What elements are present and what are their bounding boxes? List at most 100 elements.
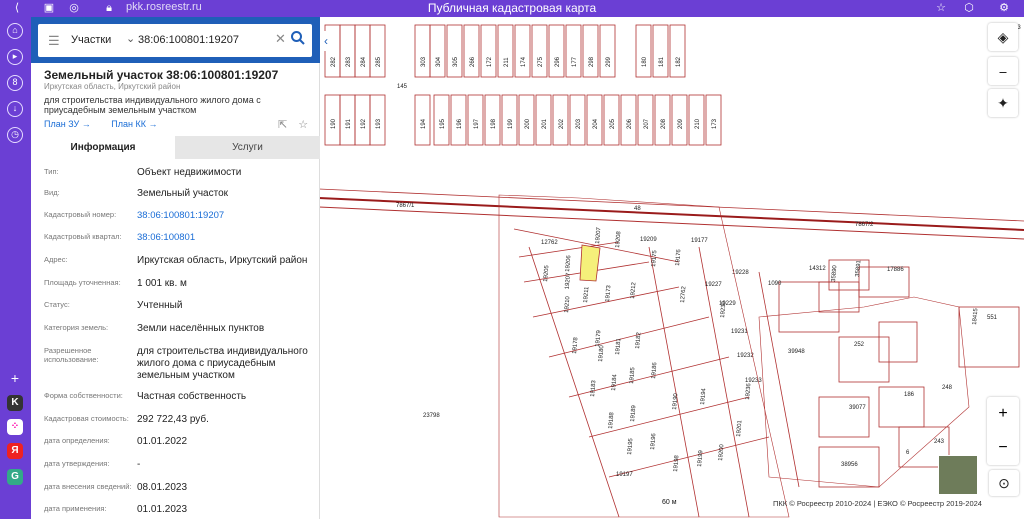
- bookmarks-icon[interactable]: 8: [7, 75, 23, 91]
- map-parcel-label: 19199: [697, 449, 704, 467]
- tab-info[interactable]: Информация: [31, 136, 175, 159]
- object-title: Земельный участок 38:06:100801:19207: [44, 68, 279, 82]
- ruler-icon[interactable]: ⎯: [988, 57, 1018, 85]
- map-parcel-label: 23798: [423, 413, 440, 419]
- info-key: Кадастровый номер:: [44, 210, 117, 219]
- map-copyright: ПКК © Росреестр 2010-2024 | ЕЭКО © Росре…: [773, 499, 982, 508]
- map-parcel-label: 18415: [972, 307, 979, 325]
- download-icon[interactable]: ↓: [7, 101, 23, 117]
- map-parcel-label: 19189: [630, 404, 637, 422]
- cadastral-map[interactable]: 282 283 284 285 303 304 305 266 172 211 174 275 296 1…: [319, 17, 1024, 519]
- app-dots-icon[interactable]: ⁘: [7, 419, 23, 435]
- info-key: Вид:: [44, 188, 60, 197]
- map-parcel-label: 19231: [731, 329, 748, 335]
- bookmark-icon[interactable]: ☆: [932, 0, 950, 16]
- map-parcel-label: 19173: [605, 284, 612, 302]
- play-icon[interactable]: ▸: [7, 49, 23, 65]
- map-parcel-label: 203: [576, 118, 582, 129]
- layers-icon[interactable]: ◈: [988, 23, 1018, 51]
- info-key: Кадастровая стоимость:: [44, 414, 129, 423]
- collapse-panel-button[interactable]: ‹: [320, 31, 332, 51]
- add-icon[interactable]: +: [7, 371, 23, 388]
- map-parcel-label: 35890: [831, 264, 838, 282]
- close-icon[interactable]: ✕: [275, 31, 286, 47]
- map-parcel-label: 196: [457, 118, 463, 129]
- location-icon[interactable]: ⊙: [989, 470, 1019, 496]
- info-value[interactable]: 38:06:100801:19207: [137, 210, 312, 222]
- chevron-down-icon[interactable]: ⌄: [126, 32, 135, 45]
- app-g-icon[interactable]: G: [7, 469, 23, 485]
- settings-icon[interactable]: ⚙︎: [995, 0, 1013, 16]
- map-parcel-label: 19196: [650, 432, 657, 450]
- map-parcel-label: 19207: [595, 226, 602, 244]
- category-select[interactable]: Участки: [71, 34, 111, 46]
- map-parcel-label: 210: [695, 118, 701, 129]
- share-icon[interactable]: ⇱: [278, 119, 287, 131]
- map-parcel-label: 275: [538, 56, 544, 67]
- zoom-in-icon[interactable]: +: [987, 397, 1019, 431]
- map-parcel-label: 19179: [595, 329, 602, 347]
- plan-kk-link[interactable]: План КК →: [111, 119, 157, 129]
- info-value: Учтенный: [137, 300, 183, 311]
- map-parcel-label: 194: [421, 118, 427, 129]
- info-value: 01.01.2023: [137, 504, 188, 515]
- minimap-thumbnail[interactable]: [938, 455, 978, 495]
- info-key: Площадь уточненная:: [44, 278, 121, 287]
- map-parcel-label: 19195: [627, 437, 634, 455]
- app-yandex-icon[interactable]: Я: [7, 443, 23, 459]
- info-value[interactable]: 38:06:100801: [137, 232, 312, 244]
- map-parcel-label: 1090: [768, 281, 782, 287]
- map-parcel-label: 19209: [640, 237, 657, 243]
- map-parcel-label: 19200: [718, 443, 725, 461]
- selected-parcel[interactable]: [579, 244, 601, 282]
- object-region: Иркутская область, Иркутский район: [44, 82, 181, 91]
- map-parcel-label: 551: [987, 315, 998, 321]
- search-bar: ☰ Участки ⌄ 38:06:100801:19207 ✕: [31, 17, 320, 63]
- tab-services[interactable]: Услуги: [175, 136, 320, 159]
- zoom-controls: + −: [987, 397, 1019, 465]
- plan-zu-link[interactable]: План ЗУ →: [44, 119, 91, 129]
- map-parcel-label: 211: [504, 57, 510, 67]
- info-key: Разрешенное использование:: [44, 346, 99, 364]
- map-parcel-label: 14312: [809, 266, 826, 272]
- magic-icon[interactable]: ✦: [988, 89, 1018, 117]
- info-value: 08.01.2023: [137, 482, 188, 493]
- search-icon[interactable]: [290, 30, 306, 46]
- road-label-mid: 48: [634, 206, 641, 212]
- zoom-out-icon[interactable]: −: [987, 431, 1019, 465]
- search-box: ☰ Участки ⌄ 38:06:100801:19207 ✕: [38, 24, 312, 57]
- search-input[interactable]: 38:06:100801:19207: [138, 34, 239, 46]
- map-parcel-label: 19180: [598, 344, 605, 362]
- app-k-icon[interactable]: K: [7, 395, 23, 411]
- map-parcel-label: 206: [627, 118, 633, 129]
- map-label-145: 145: [397, 84, 408, 90]
- map-parcel-label: 173: [712, 118, 718, 129]
- history-icon[interactable]: ◷: [7, 127, 23, 143]
- info-key: Кадастровый квартал:: [44, 232, 122, 241]
- road-label-1: 7867/1: [396, 203, 415, 209]
- map-parcel-label: 19233: [745, 378, 762, 384]
- map-parcel-label: 303: [421, 56, 427, 67]
- map-parcel-label: 266: [470, 56, 476, 67]
- star-icon[interactable]: ☆: [298, 119, 308, 131]
- map-parcel-label: 181: [659, 56, 665, 67]
- map-parcel-label: 19181: [615, 337, 622, 355]
- map-parcel-label: 195: [440, 118, 446, 129]
- map-canvas[interactable]: 282 283 284 285 303 304 305 266 172 211 174 275 296 1…: [319, 17, 1024, 519]
- plan-links: План ЗУ → План КК →: [44, 119, 175, 129]
- map-parcel-label: 19197: [616, 472, 633, 478]
- map-parcel-label: 207: [644, 118, 650, 129]
- scale-bar: 60 м: [662, 499, 677, 506]
- map-parcel-label: 19177: [691, 238, 708, 244]
- map-parcel-label: 243: [934, 439, 945, 445]
- map-parcel-label: 283: [346, 56, 352, 67]
- selected-parcel-label: 19207: [565, 272, 572, 290]
- menu-icon[interactable]: ☰: [48, 33, 60, 49]
- map-parcel-label: 285: [376, 56, 382, 67]
- extension-icon[interactable]: ⬡: [960, 0, 978, 16]
- info-value: 1 001 кв. м: [137, 278, 187, 289]
- map-parcel-label: 205: [610, 118, 616, 129]
- info-key: Адрес:: [44, 255, 68, 264]
- map-parcel-label: 209: [678, 118, 684, 129]
- home-icon[interactable]: ⌂: [7, 23, 23, 39]
